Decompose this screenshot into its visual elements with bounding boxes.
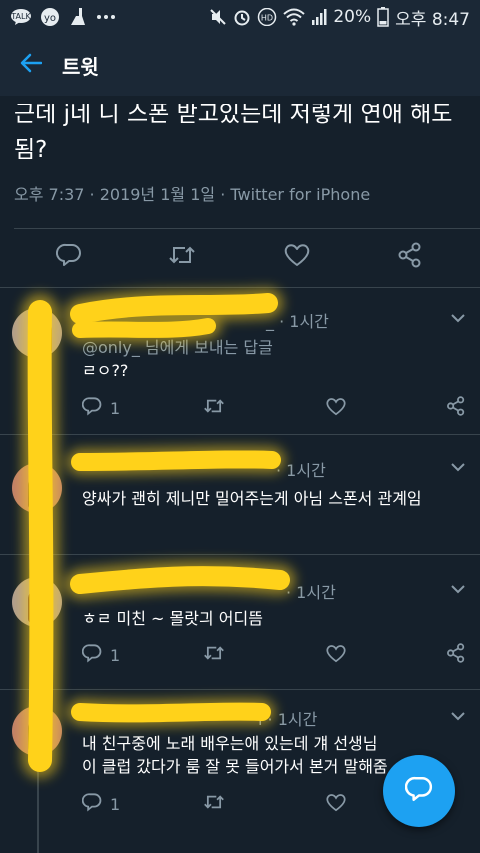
- arrow-left-icon: [20, 53, 43, 77]
- tweet-text: 근데 j네 니 스폰 받고있는데 저렇게 연애 해도됨?: [14, 101, 453, 163]
- reply-handle: i: [258, 710, 263, 729]
- like-icon: [326, 397, 346, 420]
- reply-time: · 1시간: [279, 312, 329, 331]
- yo-icon: yo: [40, 7, 60, 27]
- retweet-button[interactable]: [165, 240, 199, 274]
- app-header: 트윗: [0, 34, 480, 96]
- reply-actions: 1: [0, 643, 480, 667]
- signal-icon: [311, 8, 327, 26]
- thread-line: [37, 758, 39, 853]
- retweet-icon: [203, 396, 225, 420]
- like-icon: [326, 793, 346, 816]
- like-button[interactable]: [326, 643, 346, 667]
- share-icon: [446, 643, 466, 667]
- share-icon: [446, 396, 466, 420]
- divider: [14, 228, 480, 229]
- reply-count: 1: [110, 794, 121, 814]
- like-button[interactable]: [326, 396, 346, 420]
- retweet-icon: [203, 643, 225, 667]
- compose-reply-icon: [404, 775, 433, 807]
- reply-button[interactable]: 1: [81, 396, 121, 420]
- page-title: 트윗: [62, 54, 99, 79]
- share-button[interactable]: [446, 643, 466, 667]
- clock: 오후 8:47: [395, 9, 470, 30]
- tweet-actions: [0, 240, 480, 274]
- reply-button[interactable]: 1: [81, 792, 121, 816]
- reply-icon: [55, 242, 82, 272]
- header-shadow-divider: [0, 96, 480, 104]
- like-button[interactable]: [326, 792, 346, 816]
- mute-icon: [209, 8, 227, 26]
- svg-text:TALK: TALK: [10, 12, 31, 21]
- battery-icon: [377, 7, 389, 27]
- alarm-icon: [233, 8, 251, 26]
- battery-percent: 20%: [333, 7, 372, 27]
- avatar[interactable]: [12, 308, 62, 358]
- svg-text:HD: HD: [261, 14, 273, 23]
- tweet-timestamp: 오후 7:37 · 2019년 1월 1일 · Twitter for iPho…: [14, 185, 371, 204]
- reply-button[interactable]: 1: [81, 643, 121, 667]
- retweet-icon: [168, 242, 196, 272]
- chevron-down-icon[interactable]: [450, 310, 466, 326]
- chevron-down-icon[interactable]: [450, 581, 466, 597]
- more-dots-icon: [96, 14, 116, 20]
- retweet-button[interactable]: [203, 643, 225, 667]
- share-button[interactable]: [446, 396, 466, 420]
- reply-text: ㅎㄹ 미친 ~ 몰랏긔 어디뜸: [82, 609, 263, 628]
- hd-icon: HD: [257, 8, 277, 26]
- share-button[interactable]: [393, 240, 427, 274]
- reply-time: · 1시간: [267, 710, 318, 729]
- like-button[interactable]: [280, 240, 314, 274]
- chevron-down-icon[interactable]: [450, 708, 466, 724]
- back-button[interactable]: [0, 34, 62, 96]
- cleaner-icon: [68, 7, 88, 27]
- chevron-down-icon[interactable]: [450, 459, 466, 475]
- reply-actions: 1: [0, 396, 480, 420]
- avatar[interactable]: [12, 577, 62, 627]
- reply-count: 1: [110, 398, 121, 418]
- reply-button[interactable]: [52, 240, 86, 274]
- reply-icon: [81, 643, 102, 667]
- reply-time: · 1시간: [286, 583, 336, 602]
- kakaotalk-icon: TALK: [10, 8, 32, 26]
- retweet-button[interactable]: [203, 396, 225, 420]
- reply-handle: _: [266, 312, 274, 331]
- reply-item[interactable]: _ · 1시간 @only_ 님에게 보내는 답글 ㄹㅇ?? 1: [0, 288, 480, 434]
- reply-text: ㄹㅇ??: [82, 361, 129, 380]
- avatar[interactable]: [12, 463, 62, 513]
- reply-text: 내 친구중에 노래 배우는애 있는데 걔 선생님이 클럽 갔다가 룸 잘 못 들…: [82, 734, 388, 776]
- compose-reply-button[interactable]: [383, 755, 455, 827]
- reply-icon: [81, 792, 102, 816]
- reply-to-label: @only_ 님에게 보내는 답글: [82, 338, 273, 357]
- reply-item[interactable]: · 1시간 ㅎㄹ 미친 ~ 몰랏긔 어디뜸 1: [0, 555, 480, 689]
- svg-text:yo: yo: [44, 13, 56, 24]
- reply-text: 양싸가 괜히 제니만 밀어주는게 아님 스폰서 관계임: [82, 489, 422, 508]
- wifi-icon: [283, 8, 306, 26]
- status-bar: TALK yo HD 20% 오후 8:47: [0, 0, 480, 34]
- like-icon: [326, 644, 346, 667]
- reply-icon: [81, 396, 102, 420]
- share-icon: [397, 242, 423, 272]
- like-icon: [284, 243, 310, 271]
- retweet-button[interactable]: [203, 792, 225, 816]
- reply-count: 1: [110, 645, 121, 665]
- reply-item[interactable]: · 1시간 양싸가 괜히 제니만 밀어주는게 아님 스폰서 관계임: [0, 435, 480, 554]
- reply-time: · 1시간: [276, 461, 326, 480]
- retweet-icon: [203, 792, 225, 816]
- avatar[interactable]: [12, 706, 62, 756]
